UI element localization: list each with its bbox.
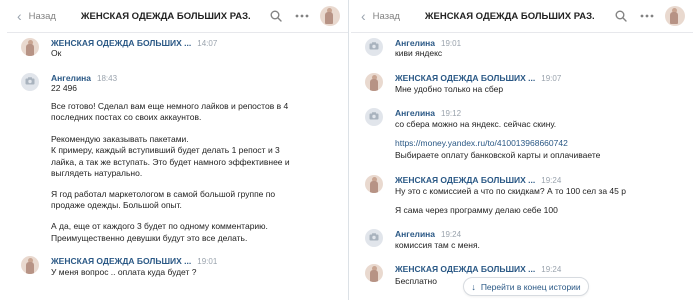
payment-link[interactable]: https://money.yandex.ru/to/4100139686607… <box>395 138 568 149</box>
camera-icon <box>369 42 379 52</box>
message-author[interactable]: ЖЕНСКАЯ ОДЕЖДА БОЛЬШИХ ... 19:24 <box>395 264 561 274</box>
chat-title: ЖЕНСКАЯ ОДЕЖДА БОЛЬШИХ РАЗ... <box>424 10 595 22</box>
message-author[interactable]: Ангелина 19:01 <box>395 38 461 48</box>
message-author[interactable]: ЖЕНСКАЯ ОДЕЖДА БОЛЬШИХ ... 19:24 <box>395 175 561 185</box>
message-text: Ну это с комиссией а что по скидкам? А т… <box>395 186 626 196</box>
chat-title: ЖЕНСКАЯ ОДЕЖДА БОЛЬШИХ РАЗ... <box>80 10 251 22</box>
avatar[interactable] <box>365 264 383 282</box>
chat-avatar[interactable] <box>665 6 685 26</box>
message-time: 19:07 <box>541 74 562 83</box>
arrow-down-icon: ↓ <box>471 281 476 292</box>
back-label: Назад <box>372 10 400 22</box>
avatar[interactable] <box>21 73 39 91</box>
message-text: киви яндекс <box>395 48 443 58</box>
message-time: 19:24 <box>441 230 462 239</box>
more-dots-icon[interactable] <box>639 8 655 24</box>
back-button[interactable]: ‹ Назад <box>361 9 400 23</box>
message-time: 14:07 <box>197 39 218 48</box>
message-text: выглядеть натурально. <box>51 168 143 178</box>
message-time: 19:12 <box>441 109 462 118</box>
author-name: ЖЕНСКАЯ ОДЕЖДА БОЛЬШИХ ... <box>395 73 536 83</box>
message-time: 19:01 <box>441 39 462 48</box>
message-text: со сбера можно на яндекс. сейчас скину. <box>395 119 557 129</box>
message-author[interactable]: ЖЕНСКАЯ ОДЕЖДА БОЛЬШИХ ... 19:01 <box>51 256 217 266</box>
message-text: К примеру, каждый вступивший будет делат… <box>51 145 280 155</box>
message-text: Преимущественно девушки будут это все де… <box>51 233 248 243</box>
message-text: Мне удобно только на сбер <box>395 84 504 94</box>
camera-icon <box>25 77 35 87</box>
chat-header: ‹ Назад ЖЕНСКАЯ ОДЕЖДА БОЛЬШИХ РАЗ... <box>351 0 693 33</box>
message-text: Все готово! Сделал вам еще немного лайко… <box>51 101 289 111</box>
message-text: 22 496 <box>51 83 77 93</box>
chevron-left-icon: ‹ <box>17 8 22 24</box>
avatar[interactable] <box>21 38 39 56</box>
message-author[interactable]: Ангелина 19:12 <box>395 108 461 118</box>
author-name: ЖЕНСКАЯ ОДЕЖДА БОЛЬШИХ ... <box>395 175 536 185</box>
author-name: ЖЕНСКАЯ ОДЕЖДА БОЛЬШИХ ... <box>395 264 536 274</box>
author-name: ЖЕНСКАЯ ОДЕЖДА БОЛЬШИХ ... <box>51 256 192 266</box>
back-button[interactable]: ‹ Назад <box>17 9 56 23</box>
author-name: Ангелина <box>395 38 436 48</box>
author-name: Ангелина <box>395 229 436 239</box>
author-name: ЖЕНСКАЯ ОДЕЖДА БОЛЬШИХ ... <box>51 38 192 48</box>
jump-to-end-button[interactable]: ↓ Перейти в конец истории <box>463 277 589 296</box>
chat-avatar[interactable] <box>320 6 340 26</box>
message-author[interactable]: Ангелина 19:24 <box>395 229 461 239</box>
chat-panel-right: ‹ Назад ЖЕНСКАЯ ОДЕЖДА БОЛЬШИХ РАЗ... Ан… <box>351 0 693 300</box>
message-time: 19:24 <box>541 265 562 274</box>
message-author[interactable]: ЖЕНСКАЯ ОДЕЖДА БОЛЬШИХ ... 14:07 <box>51 38 217 48</box>
message-text: последних постах со своих аккаунтов. <box>51 112 202 122</box>
message-text: Выбираете оплату банковской карты и опла… <box>395 150 601 160</box>
message-author[interactable]: Ангелина 18:43 <box>51 73 117 83</box>
camera-icon <box>369 112 379 122</box>
message-time: 18:43 <box>97 74 118 83</box>
chat-panel-left: ‹ Назад ЖЕНСКАЯ ОДЕЖДА БОЛЬШИХ РАЗ... ЖЕ… <box>7 0 349 300</box>
message-text: Я год работал маркетологом в самой больш… <box>51 189 276 199</box>
message-author[interactable]: ЖЕНСКАЯ ОДЕЖДА БОЛЬШИХ ... 19:07 <box>395 73 561 83</box>
search-icon[interactable] <box>613 8 629 24</box>
message-text: У меня вопрос .. оплата куда будет ? <box>51 267 197 277</box>
message-text: А да, еще от каждого 3 будет по одному к… <box>51 221 268 231</box>
more-dots-icon[interactable] <box>294 8 310 24</box>
message-text: Ок <box>51 48 62 58</box>
author-name: Ангелина <box>395 108 436 118</box>
message-text: Я сама через программу делаю себе 100 <box>395 205 558 215</box>
avatar[interactable] <box>21 256 39 274</box>
message-text: комиссия там с меня. <box>395 240 480 250</box>
message-text: Рекомендую заказывать пакетами. <box>51 134 189 144</box>
message-text: Бесплатно <box>395 276 437 286</box>
search-icon[interactable] <box>268 8 284 24</box>
chat-header: ‹ Назад ЖЕНСКАЯ ОДЕЖДА БОЛЬШИХ РАЗ... <box>7 0 348 33</box>
jump-to-end-label: Перейти в конец истории <box>480 281 581 292</box>
avatar[interactable] <box>365 38 383 56</box>
author-name: Ангелина <box>51 73 92 83</box>
avatar[interactable] <box>365 175 383 193</box>
message-time: 19:01 <box>197 257 218 266</box>
avatar[interactable] <box>365 108 383 126</box>
message-text: продаже одежды. Большой опыт. <box>51 200 182 210</box>
camera-icon <box>369 233 379 243</box>
avatar[interactable] <box>365 229 383 247</box>
back-label: Назад <box>28 10 56 22</box>
chevron-left-icon: ‹ <box>361 8 366 24</box>
message-time: 19:24 <box>541 176 562 185</box>
message-text: лайка, а так же вступать. Это будет намн… <box>51 157 290 167</box>
avatar[interactable] <box>365 73 383 91</box>
